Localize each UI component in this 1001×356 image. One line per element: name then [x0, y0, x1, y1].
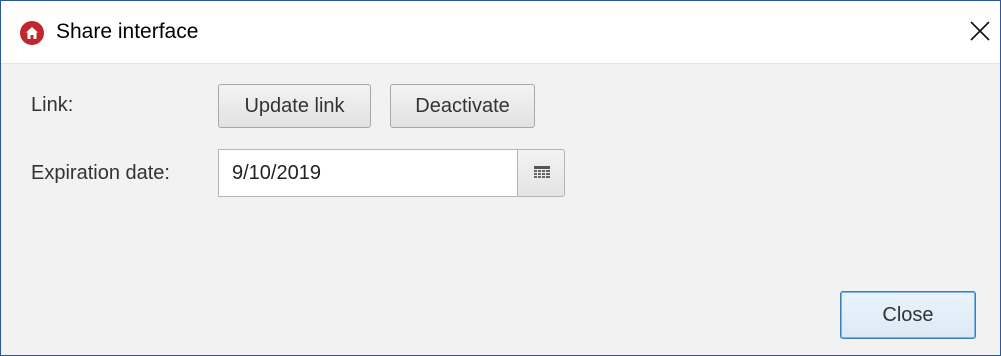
- close-button[interactable]: Close: [840, 291, 976, 339]
- expiration-date-input[interactable]: [218, 149, 518, 197]
- window-title: Share interface: [56, 20, 199, 43]
- deactivate-button[interactable]: Deactivate: [390, 84, 535, 128]
- title-bar: Share interface: [1, 1, 1000, 64]
- expiration-date-label: Expiration date:: [31, 162, 170, 184]
- share-interface-dialog: Share interface Link: Update link Deacti…: [0, 0, 1001, 356]
- link-label: Link:: [31, 94, 74, 116]
- close-icon[interactable]: [969, 20, 991, 42]
- home-icon: [20, 21, 44, 45]
- update-link-button[interactable]: Update link: [218, 84, 371, 128]
- calendar-icon[interactable]: [517, 149, 565, 197]
